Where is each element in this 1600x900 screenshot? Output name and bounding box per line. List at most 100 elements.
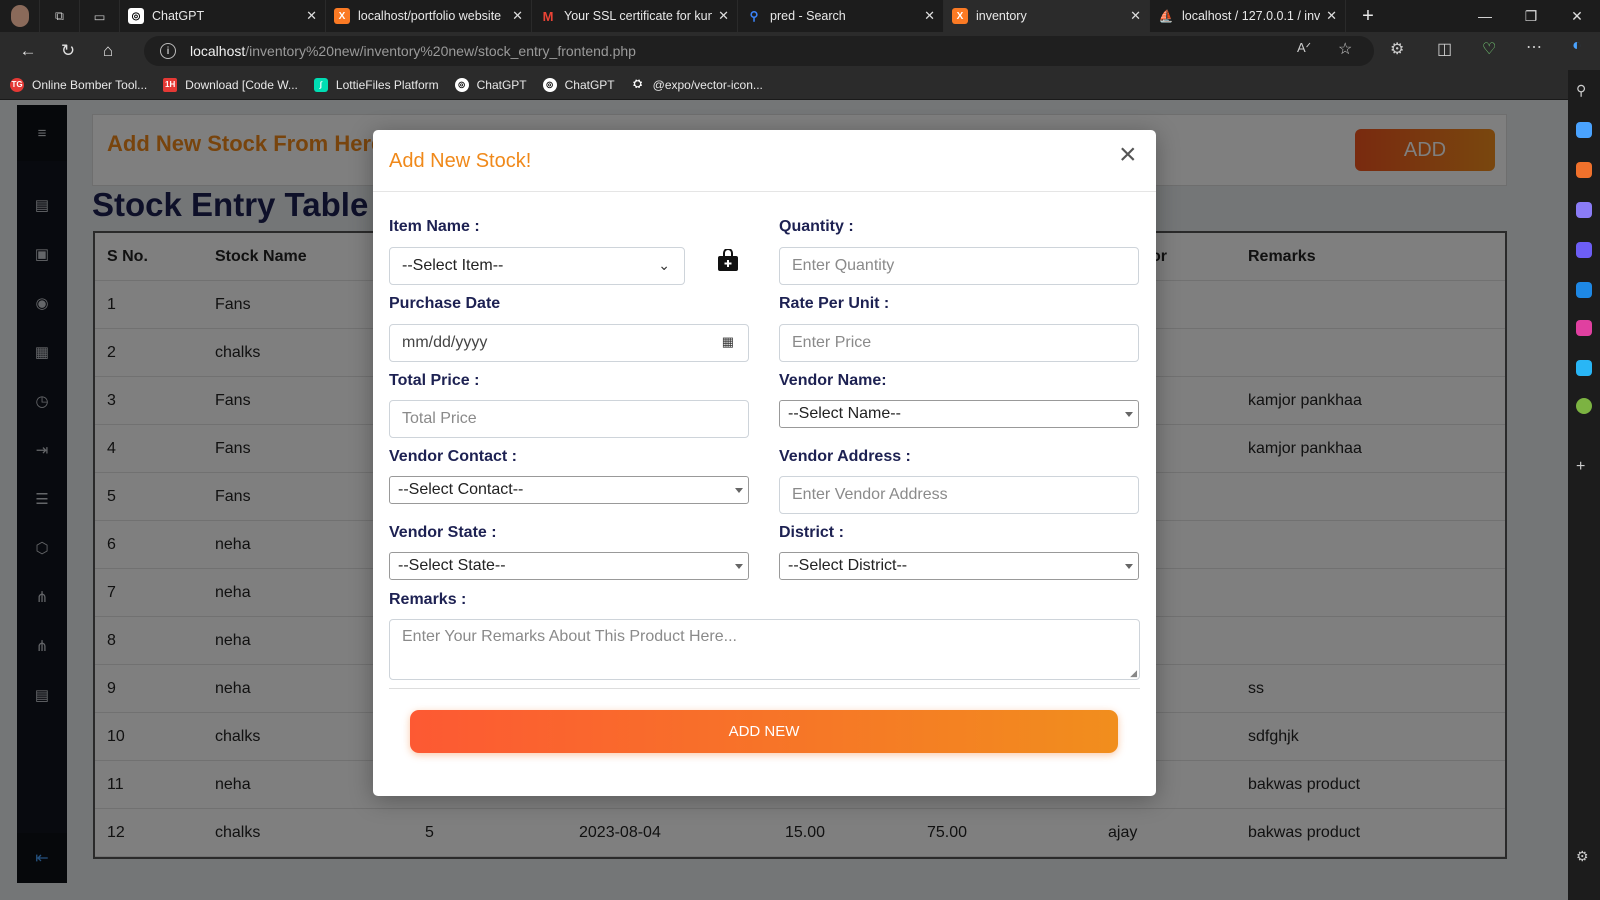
purchase-date-label: Purchase Date	[389, 295, 501, 312]
close-tab-icon[interactable]: ✕	[512, 8, 523, 24]
vendor-contact-label: Vendor Contact :	[389, 448, 518, 465]
district-select[interactable]: --Select District--	[779, 552, 1139, 580]
dropdown-arrow-icon	[735, 564, 743, 569]
bomber-icon: TG	[10, 77, 24, 92]
tab-chatgpt[interactable]: ◎ ChatGPT ✕	[120, 0, 326, 32]
games-icon[interactable]	[1576, 202, 1592, 218]
url-host: localhost	[190, 43, 246, 59]
bookmark-item[interactable]: ⛭ @expo/vector-icon...	[631, 78, 763, 92]
extensions-icon[interactable]: ⚙	[1390, 39, 1404, 59]
purchase-date-input[interactable]: mm/dd/yyyy ▦	[389, 324, 749, 362]
tab-actions-icon[interactable]: ▭	[80, 0, 120, 32]
browser-tab-bar: ⧉ ▭ ◎ ChatGPT ✕ X localhost/portfolio we…	[0, 0, 1600, 32]
bookmark-label: Online Bomber Tool...	[32, 77, 148, 92]
edge-sidebar: ⚲ + ⚙	[1568, 70, 1600, 900]
read-aloud-icon[interactable]: Aᐟ	[1297, 40, 1311, 56]
1h-icon: 1H	[163, 77, 178, 92]
tab-phpmyadmin[interactable]: ⛵ localhost / 127.0.0.1 / inver ✕	[1150, 0, 1346, 32]
date-placeholder: mm/dd/yyyy	[402, 334, 488, 351]
remarks-label: Remarks :	[389, 591, 467, 608]
remarks-placeholder: Enter Your Remarks About This Product He…	[402, 628, 737, 645]
minimize-icon[interactable]: —	[1462, 0, 1508, 32]
copilot-icon[interactable]: ◐	[1572, 37, 1582, 55]
modal-title: Add New Stock!	[389, 150, 532, 172]
site-info-icon[interactable]: i	[160, 43, 176, 59]
add-new-button[interactable]: ADD NEW	[410, 710, 1118, 753]
vendor-address-input[interactable]: Enter Vendor Address	[779, 476, 1139, 514]
dropdown-arrow-icon	[735, 488, 743, 493]
microsoft365-icon[interactable]	[1576, 242, 1592, 258]
expo-icon: ⛭	[633, 78, 643, 90]
workspaces-icon[interactable]: ⧉	[40, 0, 80, 32]
avatar-icon	[10, 5, 29, 27]
remarks-textarea[interactable]: Enter Your Remarks About This Product He…	[389, 619, 1140, 680]
dropdown-arrow-icon	[1125, 564, 1133, 569]
vendor-name-value: --Select Name--	[788, 405, 901, 422]
dropdown-arrow-icon	[1125, 412, 1133, 417]
rate-input[interactable]: Enter Price	[779, 324, 1139, 362]
bookmark-item[interactable]: 1H Download [Code W...	[163, 77, 298, 92]
vendor-contact-value: --Select Contact--	[398, 481, 524, 498]
phpmyadmin-icon: ⛵	[1158, 9, 1174, 23]
vendor-state-value: --Select State--	[398, 557, 506, 574]
add-sidebar-icon[interactable]: +	[1576, 458, 1592, 475]
close-tab-icon[interactable]: ✕	[924, 8, 935, 24]
close-window-icon[interactable]: ✕	[1554, 0, 1600, 32]
split-screen-icon[interactable]: ◫	[1437, 39, 1452, 59]
search-icon[interactable]: ⚲	[1576, 82, 1592, 98]
back-icon[interactable]: ←	[8, 32, 48, 70]
vendor-state-select[interactable]: --Select State--	[389, 552, 749, 580]
tab-gmail[interactable]: M Your SSL certificate for kun ✕	[532, 0, 738, 32]
browser-essentials-icon[interactable]: ♡	[1482, 39, 1496, 59]
tree-icon[interactable]	[1576, 398, 1592, 414]
bookmark-item[interactable]: TG Online Bomber Tool...	[10, 77, 148, 92]
item-name-label: Item Name :	[389, 218, 480, 235]
sidebar-settings-icon[interactable]: ⚙	[1576, 848, 1592, 864]
bookmark-item[interactable]: ◎ ChatGPT	[542, 77, 615, 92]
profile-avatar[interactable]	[0, 0, 40, 32]
close-tab-icon[interactable]: ✕	[1326, 8, 1337, 24]
xampp-icon: X	[334, 8, 350, 24]
total-price-input[interactable]: Total Price	[389, 400, 749, 438]
tab-title: Your SSL certificate for kun	[564, 9, 713, 23]
url-path: /inventory%20new/inventory%20new/stock_e…	[245, 43, 636, 59]
bookmark-item[interactable]: ∫ LottieFiles Platform	[313, 77, 439, 92]
home-icon[interactable]: ⌂	[88, 32, 128, 70]
resize-handle-icon[interactable]: ◢	[1130, 668, 1137, 679]
item-name-select[interactable]: --Select Item-- ⌄	[389, 247, 685, 285]
tab-title: localhost / 127.0.0.1 / inver	[1182, 9, 1321, 23]
chatgpt-icon: ◎	[128, 8, 144, 24]
favorite-star-icon[interactable]: ☆	[1338, 39, 1352, 59]
bookmark-item[interactable]: ◎ ChatGPT	[454, 77, 527, 92]
chevron-down-icon: ⌄	[658, 257, 670, 273]
tab-portfolio[interactable]: X localhost/portfolio website ✕	[326, 0, 532, 32]
restore-icon[interactable]: ❐	[1508, 0, 1554, 32]
outlook-icon[interactable]	[1576, 282, 1592, 298]
designer-icon[interactable]	[1576, 320, 1592, 336]
bing-search-icon: ⚲	[749, 9, 759, 23]
item-name-value: --Select Item--	[402, 257, 504, 274]
tab-search[interactable]: ⚲ pred - Search ✕	[738, 0, 944, 32]
close-icon[interactable]: ×	[1119, 140, 1137, 170]
refresh-icon[interactable]: ↻	[48, 32, 88, 70]
close-tab-icon[interactable]: ✕	[306, 8, 317, 24]
tab-inventory[interactable]: X inventory ✕	[944, 0, 1150, 32]
calendar-icon[interactable]: ▦	[722, 334, 734, 350]
close-tab-icon[interactable]: ✕	[718, 8, 729, 24]
more-menu-icon[interactable]: ⋯	[1526, 37, 1542, 57]
close-tab-icon[interactable]: ✕	[1130, 8, 1141, 24]
new-tab-button[interactable]: +	[1346, 0, 1390, 32]
bookmark-label: ChatGPT	[476, 77, 527, 92]
tools-icon[interactable]	[1576, 162, 1592, 178]
vendor-contact-select[interactable]: --Select Contact--	[389, 476, 749, 504]
vendor-name-select[interactable]: --Select Name--	[779, 400, 1139, 428]
telegram-icon[interactable]	[1576, 360, 1592, 376]
tab-title: pred - Search	[770, 9, 846, 23]
vendor-name-label: Vendor Name:	[779, 372, 887, 389]
url-field[interactable]: i localhost /inventory%20new/inventory%2…	[144, 36, 1374, 66]
add-item-bag-icon[interactable]	[716, 249, 740, 271]
quantity-input[interactable]: Enter Quantity	[779, 247, 1139, 285]
chatgpt-icon: ◎	[542, 77, 557, 92]
vendor-address-label: Vendor Address :	[779, 448, 911, 465]
shopping-icon[interactable]	[1576, 122, 1592, 138]
